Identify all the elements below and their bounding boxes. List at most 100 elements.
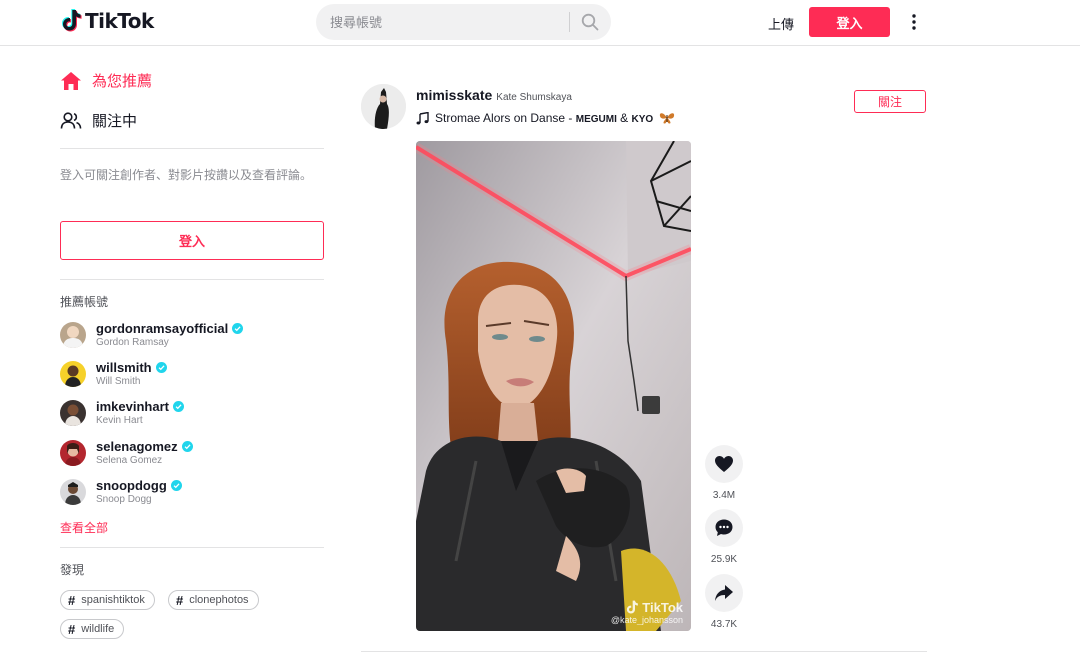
- login-button[interactable]: 登入: [809, 7, 890, 37]
- follow-button[interactable]: 關注: [854, 90, 926, 113]
- like-count: 3.4M: [712, 490, 736, 501]
- like-action[interactable]: 3.4M: [704, 445, 744, 501]
- verified-badge-icon: [181, 441, 193, 452]
- music-amp: &: [616, 111, 632, 125]
- share-action[interactable]: 43.7K: [704, 574, 744, 630]
- share-count: 43.7K: [710, 619, 738, 630]
- nav-following-label: 關注中: [92, 113, 138, 130]
- search-icon: [581, 13, 599, 31]
- account-display-name: Snoop Dogg: [96, 494, 152, 505]
- music-title: Stromae Alors on Danse - MEGUMI & KYO: [435, 111, 653, 125]
- discover-title: 發現: [60, 563, 85, 577]
- post-author: mimisskate Kate Shumskaya: [416, 87, 572, 103]
- account-username-row: willsmith: [96, 360, 167, 375]
- music-prefix: Stromae Alors on Danse -: [435, 111, 576, 125]
- logo-text: TikTok: [85, 9, 154, 33]
- watermark-logo-text: TikTok: [642, 600, 683, 615]
- suggested-account[interactable]: selenagomez Selena Gomez: [60, 438, 324, 468]
- music-note-icon: [416, 111, 429, 124]
- account-display-name: Kevin Hart: [96, 415, 143, 426]
- upload-link[interactable]: 上傳: [768, 14, 794, 33]
- watermark-handle: @kate_johansson: [610, 615, 683, 625]
- account-display-name: Selena Gomez: [96, 455, 163, 466]
- account-text: willsmith Will Smith: [96, 360, 167, 388]
- divider: [60, 279, 324, 280]
- post-nickname: Kate Shumskaya: [496, 92, 572, 103]
- hashtag-chip[interactable]: # wildlife: [60, 619, 125, 639]
- suggested-account[interactable]: willsmith Will Smith: [60, 359, 324, 389]
- nav-for-you[interactable]: 為您推薦: [60, 70, 152, 91]
- account-username: selenagomez: [96, 439, 178, 454]
- account-username: willsmith: [96, 360, 152, 375]
- music-artist: MEGUMI: [575, 114, 617, 125]
- post-music[interactable]: Stromae Alors on Danse - MEGUMI & KYO: [416, 111, 675, 125]
- suggested-account[interactable]: imkevinhart Kevin Hart: [60, 398, 324, 428]
- music-artist-2: KYO: [631, 114, 654, 125]
- account-text: selenagomez Selena Gomez: [96, 439, 193, 467]
- account-username-row: selenagomez: [96, 439, 193, 454]
- share-button[interactable]: [705, 574, 743, 612]
- sidebar: 為您推薦 關注中 登入可關注創作者、對影片按讚以及查看評論。 登入 推薦帳號 g…: [60, 47, 324, 653]
- hashtag-label: spanishtiktok: [81, 594, 145, 606]
- hashtag-chip[interactable]: # clonephotos: [168, 590, 259, 610]
- avatar: [60, 479, 86, 505]
- suggested-account[interactable]: snoopdogg Snoop Dogg: [60, 477, 324, 507]
- hashtag-label: clonephotos: [189, 594, 249, 606]
- account-username-row: gordonramsayofficial: [96, 321, 244, 336]
- butterfly-emoji-icon: [660, 113, 675, 124]
- nav-following[interactable]: 關注中: [60, 110, 137, 131]
- tiktok-note-icon: [62, 9, 82, 32]
- avatar: [60, 440, 86, 466]
- avatar: [60, 400, 86, 426]
- post-author-avatar[interactable]: [361, 84, 406, 129]
- more-vertical-icon: [912, 14, 916, 30]
- divider: [60, 148, 324, 149]
- verified-badge-icon: [232, 323, 244, 334]
- hashtag-label: wildlife: [81, 623, 115, 635]
- search-input[interactable]: [330, 12, 560, 32]
- login-hint: 登入可關注創作者、對影片按讚以及查看評論。: [60, 168, 313, 182]
- tiktok-logo[interactable]: TikTok: [62, 9, 154, 33]
- account-username: snoopdogg: [96, 478, 167, 493]
- search-box: [316, 4, 611, 40]
- more-menu-button[interactable]: [904, 11, 924, 33]
- suggested-account[interactable]: gordonramsayofficial Gordon Ramsay: [60, 320, 324, 350]
- video-player[interactable]: TikTok @kate_johansson: [416, 141, 691, 631]
- heart-icon: [715, 456, 733, 472]
- account-text: gordonramsayofficial Gordon Ramsay: [96, 321, 244, 349]
- top-bar: TikTok 上傳 登入: [0, 0, 1080, 46]
- share-arrow-icon: [715, 585, 733, 601]
- account-username: gordonramsayofficial: [96, 321, 229, 336]
- comment-button[interactable]: [705, 509, 743, 547]
- hashtag-chip[interactable]: # spanishtiktok: [60, 590, 155, 610]
- verified-badge-icon: [172, 401, 184, 412]
- suggested-accounts-title: 推薦帳號: [60, 295, 109, 309]
- hashtag-icon: #: [68, 621, 76, 637]
- see-all-link[interactable]: 查看全部: [60, 519, 108, 536]
- search-divider: [569, 12, 570, 32]
- hashtag-icon: #: [68, 592, 76, 608]
- account-username-row: imkevinhart: [96, 399, 184, 414]
- search-button[interactable]: [578, 11, 602, 33]
- hashtag-icon: #: [176, 592, 184, 608]
- post-username[interactable]: mimisskate: [416, 87, 492, 103]
- home-icon: [61, 71, 81, 90]
- comment-count: 25.9K: [710, 554, 738, 565]
- verified-badge-icon: [155, 362, 167, 373]
- post-divider: [361, 651, 927, 652]
- comment-action[interactable]: 25.9K: [704, 509, 744, 565]
- verified-badge-icon: [170, 480, 182, 491]
- divider: [60, 547, 324, 548]
- avatar: [60, 361, 86, 387]
- watermark-logo: TikTok: [611, 600, 683, 615]
- comment-icon: [715, 519, 733, 536]
- account-text: snoopdogg Snoop Dogg: [96, 478, 182, 506]
- account-display-name: Gordon Ramsay: [96, 337, 169, 348]
- like-button[interactable]: [705, 445, 743, 483]
- video-frame: [416, 141, 691, 631]
- users-icon: [60, 111, 82, 129]
- sidebar-login-button[interactable]: 登入: [60, 221, 324, 260]
- account-text: imkevinhart Kevin Hart: [96, 399, 184, 427]
- account-username-row: snoopdogg: [96, 478, 182, 493]
- nav-for-you-label: 為您推薦: [92, 73, 153, 90]
